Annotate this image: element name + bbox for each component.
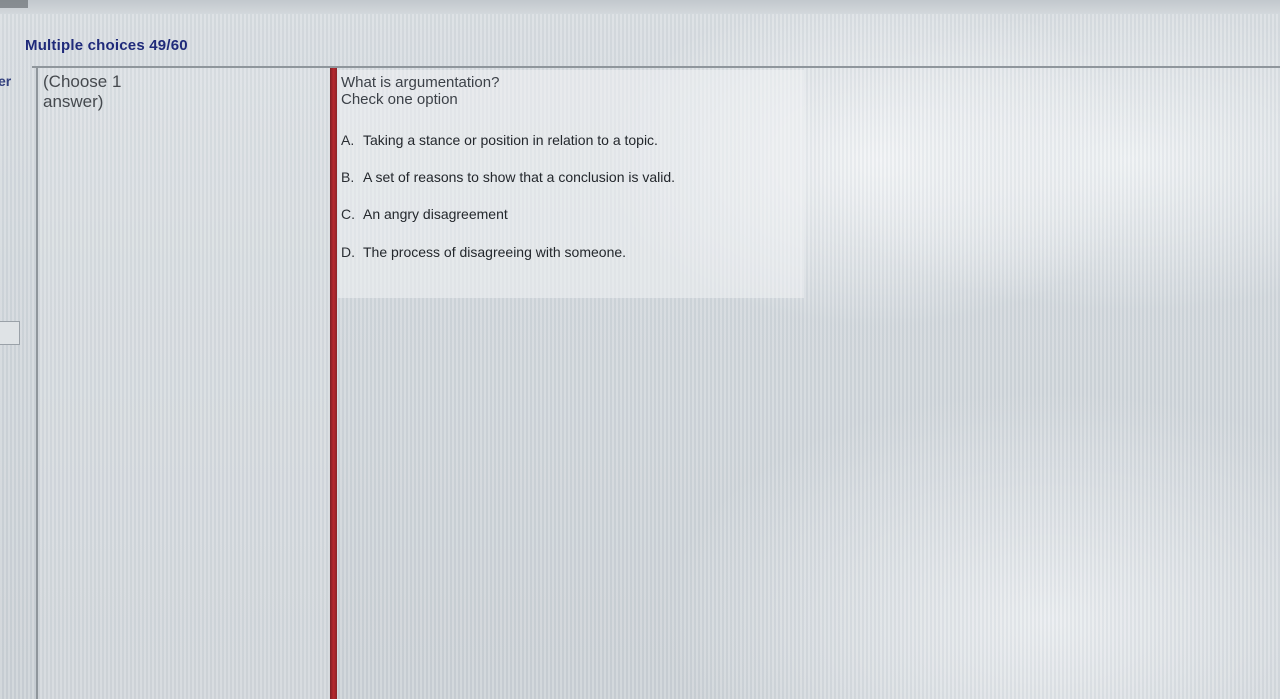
option-d-letter: D. <box>341 244 355 260</box>
instruction-label: (Choose 1 answer) <box>43 72 163 112</box>
instruction-column <box>38 68 329 699</box>
option-c-text: An angry disagreement <box>363 206 508 222</box>
option-b[interactable]: B. A set of reasons to show that a conclu… <box>341 169 675 185</box>
instruction-line-1: (Choose 1 <box>43 72 122 91</box>
option-b-letter: B. <box>341 169 355 185</box>
option-a-letter: A. <box>341 132 355 148</box>
top-strip <box>0 0 1280 14</box>
app-logo <box>0 0 28 8</box>
question-hint: Check one option <box>341 91 458 108</box>
option-a-text: Taking a stance or position in relation … <box>363 132 658 148</box>
option-c-letter: C. <box>341 206 355 222</box>
left-edge-control[interactable] <box>0 321 20 345</box>
question-text: What is argumentation? <box>341 74 500 91</box>
instruction-line-2: answer) <box>43 92 104 111</box>
column-divider <box>330 68 337 699</box>
option-d-text: The process of disagreeing with someone. <box>363 244 627 260</box>
option-d[interactable]: D. The process of disagreeing with someon… <box>341 244 626 260</box>
option-c[interactable]: C. An angry disagreement <box>341 206 508 222</box>
left-edge-label: er <box>0 73 12 89</box>
option-b-text: A set of reasons to show that a conclusi… <box>363 169 676 185</box>
option-a[interactable]: A. Taking a stance or position in relatio… <box>341 132 658 148</box>
question-block: What is argumentation? Check one option <box>341 74 499 108</box>
section-title: Multiple choices 49/60 <box>25 37 188 54</box>
